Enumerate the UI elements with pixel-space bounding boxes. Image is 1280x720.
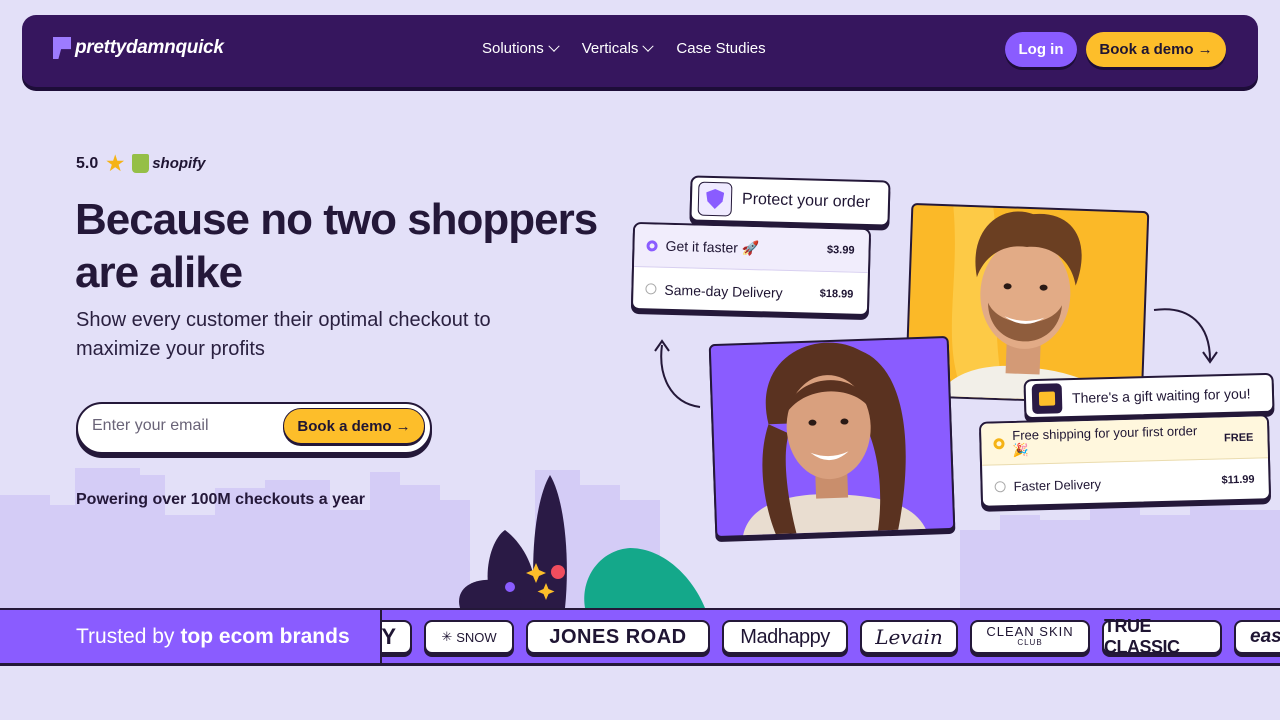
shopify-logo: shopify [132, 154, 206, 173]
hero-headline: Because no two shoppers are alike [75, 195, 598, 297]
gift-banner-card: There's a gift waiting for you! [1023, 372, 1275, 420]
shipping-options-card: Get it faster 🚀 $3.99 Same-day Delivery … [630, 221, 872, 317]
chevron-down-icon [642, 40, 655, 52]
snowflake-icon: ✳ [441, 629, 453, 644]
shield-icon [697, 181, 733, 217]
powering-stat: Powering over 100M checkouts a year [76, 491, 366, 508]
shipping-option-price: $18.99 [819, 287, 854, 301]
shipping-option-price: $3.99 [826, 243, 855, 257]
radio-unselected-icon [645, 283, 657, 295]
brand-logo-true-classic: TRUE CLASSIC [1102, 616, 1222, 657]
curved-arrow-icon [1153, 308, 1218, 364]
logo-mark-icon [53, 37, 71, 59]
shopify-bag-icon [132, 154, 150, 173]
top-nav: prettydamnquick Solutions Verticals Case… [22, 15, 1258, 87]
login-button[interactable]: Log in [1005, 32, 1077, 67]
brand-logo-jones-road: JONES ROAD [526, 620, 710, 654]
star-icon: ★ [106, 153, 125, 175]
brand-name: SNOW [456, 629, 497, 645]
radio-selected-icon [993, 438, 1005, 450]
brand-logo-snow: ✳ SNOW [424, 620, 514, 654]
nav-links: Solutions Verticals Case Studies [482, 40, 766, 57]
shipping-option-label: Get it faster 🚀 [665, 237, 760, 256]
brand-logo-levain: Levain [860, 620, 958, 654]
shipping-option-label: Same-day Delivery [664, 281, 783, 301]
logo[interactable]: prettydamnquick [53, 37, 224, 59]
hero-subheadline: Show every customer their optimal checko… [76, 309, 491, 360]
shipping-option[interactable]: Get it faster 🚀 $3.99 [634, 223, 870, 274]
trusted-prefix: Trusted by [76, 624, 175, 648]
gift-title: There's a gift waiting for you! [1071, 385, 1251, 407]
email-input[interactable] [92, 417, 272, 435]
chevron-down-icon [548, 40, 560, 52]
arrow-right-icon: → [395, 417, 411, 435]
brand-logo-madhappy: Madhappy [722, 620, 848, 654]
gift-icon [1031, 383, 1063, 415]
trusted-by-label: Trusted by top ecom brands [0, 610, 382, 663]
nav-link-label: Solutions [482, 40, 544, 57]
book-demo-label: Book a demo [1099, 41, 1194, 58]
shopify-wordmark: shopify [152, 155, 206, 172]
book-demo-hero-button[interactable]: Book a demo → [283, 408, 425, 444]
shipping-option[interactable]: Same-day Delivery $18.99 [633, 267, 868, 316]
radio-selected-icon [646, 239, 658, 252]
rating-value: 5.0 [76, 154, 99, 172]
logo-text: prettydamnquick [75, 37, 224, 58]
gift-option[interactable]: Free shipping for your first order 🎉 FRE… [980, 416, 1268, 466]
email-signup-form: Book a demo → [76, 402, 432, 454]
trusted-highlight: top ecom brands [180, 624, 350, 648]
shopper-woman-illustration [742, 342, 928, 539]
rating-row: 5.0 ★ shopify [76, 151, 206, 176]
brand-logo: eas [1234, 620, 1280, 654]
brand-logo-clean-skin-club: CLEAN SKIN CLUB [970, 620, 1090, 654]
gift-option-label: Free shipping for your first order 🎉 [1012, 423, 1198, 458]
nav-link-label: Verticals [581, 40, 639, 57]
gift-option-price: $11.99 [1221, 473, 1255, 487]
nav-link-case-studies[interactable]: Case Studies [676, 40, 765, 57]
nav-link-verticals[interactable]: Verticals [581, 40, 655, 57]
gift-option-price: FREE [1223, 431, 1254, 444]
trusted-brands-bar: Y ✳ SNOW JONES ROAD Madhappy Levain CLEAN… [0, 608, 1280, 666]
shopper-photo-woman [708, 335, 956, 539]
brand-subname: CLUB [1017, 638, 1043, 647]
gift-option[interactable]: Faster Delivery $11.99 [982, 458, 1269, 507]
arrow-right-icon: → [1197, 41, 1213, 58]
book-demo-nav-button[interactable]: Book a demo → [1086, 32, 1226, 67]
book-demo-label: Book a demo [297, 417, 392, 435]
protect-order-card: Protect your order [689, 175, 891, 227]
gift-option-label: Faster Delivery [1013, 476, 1102, 494]
brand-name: CLEAN SKIN [986, 624, 1074, 639]
curved-arrow-icon [654, 339, 701, 408]
radio-unselected-icon [994, 480, 1006, 492]
protect-title: Protect your order [741, 190, 871, 212]
nav-link-solutions[interactable]: Solutions [482, 40, 560, 57]
gift-options-card: Free shipping for your first order 🎉 FRE… [978, 414, 1272, 508]
nav-link-label: Case Studies [676, 40, 766, 57]
